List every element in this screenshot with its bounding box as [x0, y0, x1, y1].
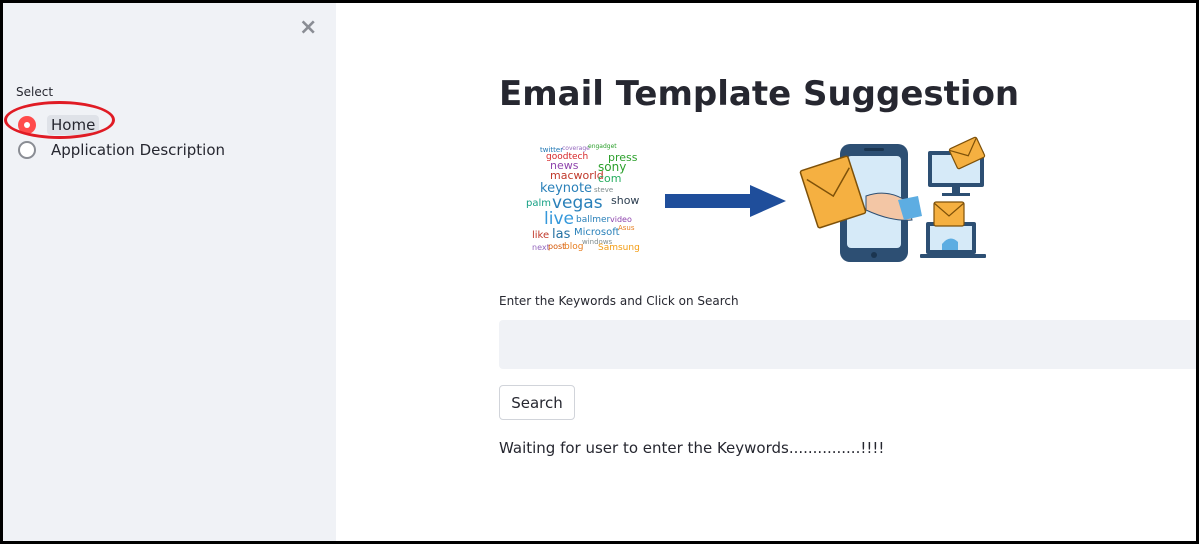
word-cloud-word: Microsoft [574, 227, 620, 238]
select-label: Select [16, 85, 54, 99]
word-cloud-word: Samsung [598, 243, 640, 253]
laptop-email-icon [920, 201, 986, 258]
hero-illustration: twitter coverage engadget goodtech press news… [510, 134, 1000, 273]
word-cloud-word: Asus [618, 224, 635, 232]
arrow-icon [665, 185, 786, 217]
keywords-input[interactable] [499, 320, 1196, 369]
close-icon[interactable]: × [299, 17, 317, 39]
page-title: Email Template Suggestion [499, 74, 1020, 114]
phone-email-icon [799, 144, 922, 262]
status-text: Waiting for user to enter the Keywords..… [499, 439, 885, 457]
keywords-label: Enter the Keywords and Click on Search [499, 294, 739, 308]
radio-option-home[interactable]: Home [18, 114, 100, 136]
word-cloud-word: live [544, 209, 574, 229]
radio-label-application-description: Application Description [51, 141, 226, 159]
word-cloud-word: blog [564, 242, 583, 252]
radio-option-application-description[interactable]: Application Description [18, 139, 229, 161]
word-cloud-word: coverage [562, 145, 590, 152]
word-cloud-word: show [611, 194, 639, 207]
word-cloud-word: ballmer [576, 215, 611, 225]
word-cloud-word: video [610, 215, 632, 224]
word-cloud-word: las [552, 227, 571, 242]
word-cloud-word: post [548, 242, 565, 251]
radio-label-home: Home [47, 115, 100, 135]
radio-unselected-icon[interactable] [18, 141, 36, 159]
word-cloud-image: twittercoverageengadgetgoodtech pressnews… [526, 143, 640, 253]
word-cloud-word: engadget [588, 143, 617, 150]
sidebar: × Select Home Application Description [3, 3, 336, 541]
monitor-email-icon [928, 136, 986, 196]
word-cloud-word: com [598, 172, 622, 185]
word-cloud-word: palm [526, 198, 551, 209]
word-cloud-word: like [532, 230, 549, 241]
search-button[interactable]: Search [499, 385, 575, 420]
radio-selected-icon[interactable] [18, 116, 36, 134]
